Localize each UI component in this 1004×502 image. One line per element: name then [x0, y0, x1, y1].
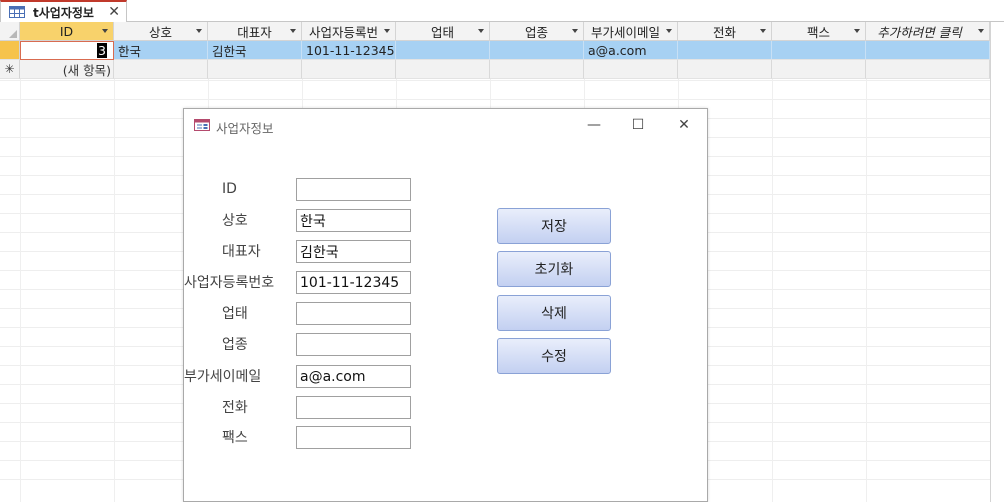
bizitem-field[interactable] — [296, 333, 411, 356]
field-label-bizitem: 업종 — [222, 337, 248, 353]
column-header-label: 전화 — [712, 24, 736, 40]
column-header-id[interactable]: ID — [20, 22, 114, 41]
field-label-biztype: 업태 — [222, 306, 248, 322]
cell-value: 101-11-12345 — [306, 42, 395, 58]
grid-right-edge — [990, 22, 1004, 502]
field-label-id: ID — [222, 181, 237, 197]
column-header-label: 팩스 — [806, 24, 830, 40]
new-record-cell[interactable]: (새 항목) — [20, 60, 114, 79]
phone-field[interactable] — [296, 396, 411, 419]
cell-bizno[interactable]: 101-11-12345 — [302, 41, 396, 60]
field-label-phone: 전화 — [222, 400, 248, 416]
cell-value: 한국 — [118, 43, 142, 59]
cell-phone[interactable] — [678, 41, 772, 60]
cell-value: 3 — [97, 43, 107, 58]
dropdown-arrow-icon[interactable] — [760, 29, 766, 33]
bizno-field[interactable]: 101-11-12345 — [296, 271, 411, 294]
new-record-cell[interactable] — [302, 60, 396, 79]
column-header-biztype[interactable]: 업태 — [396, 22, 490, 41]
cell-value: 김한국 — [212, 43, 247, 59]
new-record-cell[interactable] — [866, 60, 990, 79]
column-header-label: 사업자등록번 — [308, 24, 378, 40]
cell-name[interactable]: 한국 — [114, 41, 208, 60]
field-label-name: 상호 — [222, 213, 248, 229]
dropdown-arrow-icon[interactable] — [384, 29, 390, 33]
fax-field[interactable] — [296, 426, 411, 449]
minimize-button[interactable]: — — [580, 113, 608, 137]
id-field[interactable] — [296, 178, 411, 201]
form-window: 사업자정보 — ☐ ✕ ID 상호 대표자 사업자등록번호 업태 업종 부가세이… — [183, 108, 708, 502]
dropdown-arrow-icon[interactable] — [666, 29, 672, 33]
biztype-field[interactable] — [296, 302, 411, 325]
cell-fax[interactable] — [772, 41, 866, 60]
new-record-cell[interactable] — [584, 60, 678, 79]
vat-email-field[interactable]: a@a.com — [296, 365, 411, 388]
form-titlebar[interactable]: 사업자정보 — ☐ ✕ — [184, 109, 707, 141]
field-label-ceo: 대표자 — [222, 244, 261, 260]
save-button[interactable]: 저장 — [497, 208, 611, 244]
cell-biztype[interactable] — [396, 41, 490, 60]
field-label-fax: 팩스 — [222, 430, 248, 446]
table-icon — [9, 6, 25, 18]
maximize-button[interactable]: ☐ — [624, 113, 652, 137]
delete-button[interactable]: 삭제 — [497, 295, 611, 331]
column-header-label: 대표자 — [237, 24, 272, 40]
column-header-vat-email[interactable]: 부가세이메일 — [584, 22, 678, 41]
column-header-label: 부가세이메일 — [590, 24, 660, 40]
new-record-label: (새 항목) — [62, 62, 111, 78]
dropdown-arrow-icon[interactable] — [978, 29, 984, 33]
dropdown-arrow-icon[interactable] — [102, 29, 108, 33]
column-header-add-new[interactable]: 추가하려면 클릭 — [866, 22, 990, 41]
new-record-cell[interactable] — [114, 60, 208, 79]
field-label-bizno: 사업자등록번호 — [184, 275, 275, 291]
column-header-phone[interactable]: 전화 — [678, 22, 772, 41]
dropdown-arrow-icon[interactable] — [572, 29, 578, 33]
ceo-field[interactable]: 김한국 — [296, 240, 411, 263]
reset-button[interactable]: 초기화 — [497, 251, 611, 287]
field-label-vat-email: 부가세이메일 — [184, 369, 262, 385]
column-header-bizno[interactable]: 사업자등록번 — [302, 22, 396, 41]
new-record-icon: ✳ — [0, 60, 20, 79]
tab-table[interactable]: t사업자정보 ✕ — [0, 0, 127, 22]
column-header-label: 추가하려면 클릭 — [877, 24, 962, 40]
tab-label: t사업자정보 — [33, 5, 94, 20]
edit-button[interactable]: 수정 — [497, 338, 611, 374]
form-title: 사업자정보 — [216, 121, 274, 136]
column-header-name[interactable]: 상호 — [114, 22, 208, 41]
name-field[interactable]: 한국 — [296, 209, 411, 232]
new-record-cell[interactable] — [772, 60, 866, 79]
tab-close-icon[interactable]: ✕ — [108, 4, 120, 20]
dropdown-arrow-icon[interactable] — [196, 29, 202, 33]
column-header-label: 업태 — [430, 24, 454, 40]
record-selector[interactable] — [0, 41, 20, 60]
column-header-fax[interactable]: 팩스 — [772, 22, 866, 41]
new-record-cell[interactable] — [208, 60, 302, 79]
new-record-cell[interactable] — [396, 60, 490, 79]
form-icon — [194, 119, 210, 131]
column-header-row: ID 상호 대표자 사업자등록번 업태 업종 부가세이메일 전화 팩스 추가하려… — [0, 22, 990, 41]
cell-value: a@a.com — [588, 42, 647, 58]
column-header-bizitem[interactable]: 업종 — [490, 22, 584, 41]
table-row[interactable]: 3 한국 김한국 101-11-12345 a@a.com — [0, 41, 990, 60]
new-record-row[interactable]: ✳ (새 항목) — [0, 60, 990, 79]
select-all-corner[interactable] — [0, 22, 20, 41]
cell-vat-email[interactable]: a@a.com — [584, 41, 678, 60]
cell-ceo[interactable]: 김한국 — [208, 41, 302, 60]
document-tab-strip: t사업자정보 ✕ — [0, 0, 1004, 22]
dropdown-arrow-icon[interactable] — [854, 29, 860, 33]
cell-add-new[interactable] — [866, 41, 990, 60]
new-record-cell[interactable] — [678, 60, 772, 79]
column-header-label: 상호 — [148, 24, 172, 40]
cell-bizitem[interactable] — [490, 41, 584, 60]
dropdown-arrow-icon[interactable] — [478, 29, 484, 33]
close-button[interactable]: ✕ — [670, 113, 698, 137]
cell-id[interactable]: 3 — [20, 41, 114, 60]
column-header-label: ID — [59, 23, 74, 39]
column-header-label: 업종 — [524, 24, 548, 40]
new-record-cell[interactable] — [490, 60, 584, 79]
dropdown-arrow-icon[interactable] — [290, 29, 296, 33]
column-header-ceo[interactable]: 대표자 — [208, 22, 302, 41]
